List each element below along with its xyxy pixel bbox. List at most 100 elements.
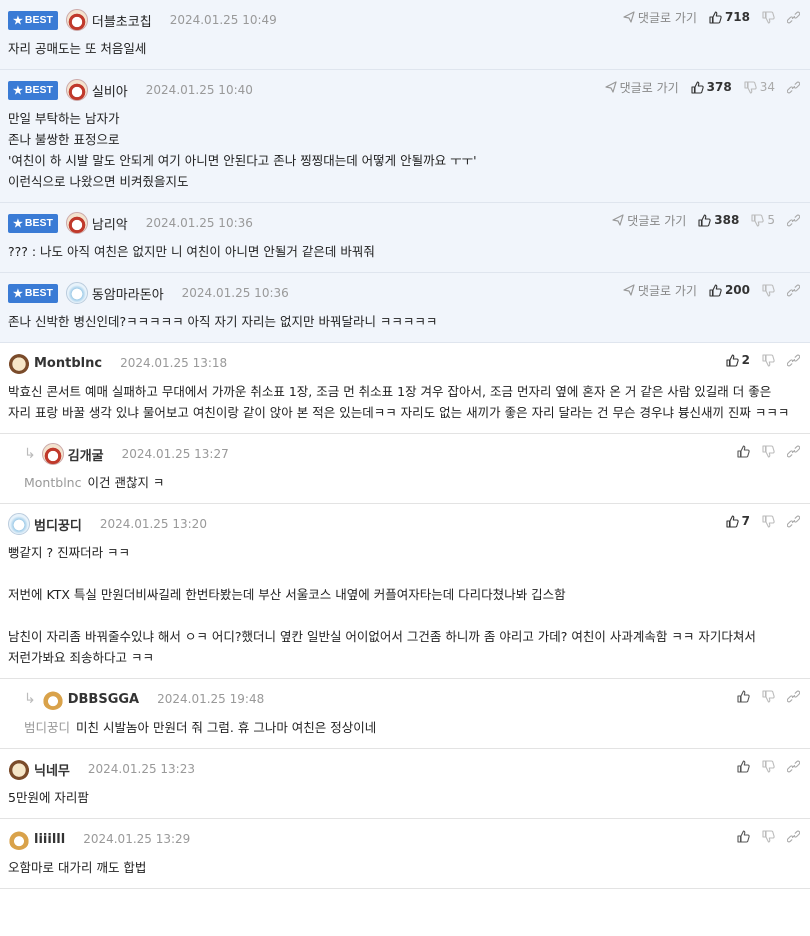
author-name[interactable]: 범디꿍디 bbox=[34, 515, 82, 534]
comment-text: 이건 괜찮지 ㅋ bbox=[87, 475, 165, 490]
comment-date: 2024.01.25 13:23 bbox=[87, 762, 195, 776]
author-name[interactable]: 더블초코칩 bbox=[92, 11, 152, 30]
downvote-button[interactable] bbox=[762, 283, 775, 297]
copy-link-button[interactable] bbox=[787, 11, 800, 24]
comment-date: 2024.01.25 13:18 bbox=[120, 356, 228, 370]
best-label: BEST bbox=[24, 287, 53, 299]
comment-item: 닉네무 2024.01.25 13:23 5만원에 자리팜 bbox=[0, 749, 810, 819]
go-to-reply-link[interactable]: 댓글로 가기 bbox=[605, 79, 679, 96]
downvote-button[interactable]: 34 bbox=[744, 80, 775, 94]
comment-actions bbox=[725, 688, 800, 704]
author-name[interactable]: 남리악 bbox=[92, 214, 128, 233]
author-name[interactable]: 동암마라돈아 bbox=[92, 284, 164, 303]
avatar[interactable] bbox=[8, 513, 30, 535]
thumbs-up-icon bbox=[737, 444, 750, 458]
thumbs-up-icon bbox=[709, 10, 722, 24]
comment-header: ↳ DBBSGGA 2024.01.25 19:48 bbox=[24, 688, 802, 710]
upvote-count: 388 bbox=[714, 213, 740, 227]
copy-link-button[interactable] bbox=[787, 354, 800, 367]
thumbs-down-icon bbox=[762, 353, 775, 367]
send-icon bbox=[623, 11, 638, 23]
author-name[interactable]: 실비아 bbox=[92, 81, 128, 100]
copy-link-button[interactable] bbox=[787, 515, 800, 528]
avatar[interactable] bbox=[65, 9, 88, 31]
thumbs-down-icon bbox=[762, 444, 775, 458]
thumbs-down-icon bbox=[744, 80, 757, 94]
avatar[interactable] bbox=[8, 758, 30, 780]
copy-link-button[interactable] bbox=[787, 445, 800, 458]
avatar[interactable] bbox=[41, 688, 64, 710]
upvote-count: 378 bbox=[706, 80, 732, 94]
comment-header: ↳ 김개굴 2024.01.25 13:27 bbox=[24, 443, 802, 465]
best-badge: ★ BEST bbox=[8, 80, 58, 100]
comment-body: Montblnc 이건 괜찮지 ㅋ bbox=[24, 472, 802, 493]
copy-link-button[interactable] bbox=[787, 830, 800, 843]
downvote-count: 34 bbox=[759, 80, 775, 94]
author-name[interactable]: liiilll bbox=[34, 832, 65, 847]
copy-link-button[interactable] bbox=[787, 81, 800, 94]
thumbs-up-icon bbox=[737, 689, 750, 703]
comment-date: 2024.01.25 13:27 bbox=[121, 447, 229, 461]
upvote-button[interactable]: 200 bbox=[709, 283, 750, 297]
best-label: BEST bbox=[24, 14, 53, 26]
upvote-button[interactable]: 7 bbox=[726, 514, 750, 528]
author-name[interactable]: Montblnc bbox=[34, 356, 102, 371]
go-to-reply-label: 댓글로 가기 bbox=[637, 10, 697, 25]
comment-header: Montblnc 2024.01.25 13:18 bbox=[8, 352, 802, 374]
link-icon bbox=[787, 830, 800, 843]
reply-arrow-icon: ↳ bbox=[24, 691, 36, 707]
upvote-button[interactable]: 2 bbox=[726, 353, 750, 367]
thumbs-down-icon bbox=[762, 283, 775, 297]
upvote-button[interactable]: 718 bbox=[709, 10, 750, 24]
copy-link-button[interactable] bbox=[787, 690, 800, 703]
comment-item: ★ BEST 동암마라돈아 2024.01.25 10:36 댓글로 가기 200 존나 신… bbox=[0, 273, 810, 343]
upvote-button[interactable] bbox=[737, 689, 750, 703]
avatar[interactable] bbox=[65, 282, 88, 304]
downvote-button[interactable] bbox=[762, 689, 775, 703]
copy-link-button[interactable] bbox=[787, 760, 800, 773]
downvote-button[interactable]: 5 bbox=[751, 213, 775, 227]
comment-list: ★ BEST 더블초코칩 2024.01.25 10:49 댓글로 가기 718 자리 공매… bbox=[0, 0, 810, 889]
comment-date: 2024.01.25 10:36 bbox=[145, 216, 253, 230]
upvote-button[interactable] bbox=[737, 759, 750, 773]
best-label: BEST bbox=[24, 84, 53, 96]
downvote-button[interactable] bbox=[762, 353, 775, 367]
go-to-reply-link[interactable]: 댓글로 가기 bbox=[612, 212, 686, 229]
mention-name[interactable]: Montblnc bbox=[24, 475, 81, 490]
comment-item: 범디꿍디 2024.01.25 13:20 7 뻥같지 ? 진짜더라 ㅋㅋ 저번에 K… bbox=[0, 504, 810, 679]
copy-link-button[interactable] bbox=[787, 214, 800, 227]
upvote-button[interactable] bbox=[737, 829, 750, 843]
comment-text: 미친 시발놈아 만원더 줘 그럼. 휴 그나마 여친은 정상이네 bbox=[76, 720, 377, 735]
best-badge: ★ BEST bbox=[8, 283, 58, 303]
copy-link-button[interactable] bbox=[787, 284, 800, 297]
thumbs-down-icon bbox=[762, 689, 775, 703]
downvote-button[interactable] bbox=[762, 444, 775, 458]
downvote-button[interactable] bbox=[762, 514, 775, 528]
upvote-button[interactable]: 388 bbox=[698, 213, 739, 227]
author-name[interactable]: DBBSGGA bbox=[68, 692, 139, 707]
go-to-reply-link[interactable]: 댓글로 가기 bbox=[623, 282, 697, 299]
comment-body: 박효신 콘서트 예매 실패하고 무대에서 가까운 취소표 1장, 조금 먼 취소… bbox=[8, 381, 802, 423]
avatar[interactable] bbox=[65, 212, 88, 234]
downvote-button[interactable] bbox=[762, 759, 775, 773]
comment-body: ??? : 나도 아직 여친은 없지만 니 여친이 아니면 안될거 같은데 바꿔… bbox=[8, 241, 802, 262]
comment-text: ??? : 나도 아직 여친은 없지만 니 여친이 아니면 안될거 같은데 바꿔… bbox=[8, 244, 375, 259]
upvote-button[interactable]: 378 bbox=[691, 80, 732, 94]
upvote-count: 7 bbox=[741, 514, 750, 528]
author-name[interactable]: 김개굴 bbox=[68, 445, 104, 464]
reply-arrow-icon: ↳ bbox=[24, 446, 36, 462]
avatar[interactable] bbox=[65, 79, 88, 101]
avatar[interactable] bbox=[8, 828, 30, 850]
mention-name[interactable]: 범디꿍디 bbox=[24, 720, 70, 735]
downvote-button[interactable] bbox=[762, 829, 775, 843]
downvote-button[interactable] bbox=[762, 10, 775, 24]
upvote-button[interactable] bbox=[737, 444, 750, 458]
comment-body: 5만원에 자리팜 bbox=[8, 787, 802, 808]
comment-text: 자리 공매도는 또 처음일세 bbox=[8, 41, 147, 56]
comment-actions: 댓글로 가기 718 bbox=[611, 9, 800, 25]
best-badge: ★ BEST bbox=[8, 10, 58, 30]
author-name[interactable]: 닉네무 bbox=[34, 760, 70, 779]
go-to-reply-link[interactable]: 댓글로 가기 bbox=[623, 9, 697, 26]
avatar[interactable] bbox=[8, 352, 30, 374]
avatar[interactable] bbox=[41, 443, 64, 465]
